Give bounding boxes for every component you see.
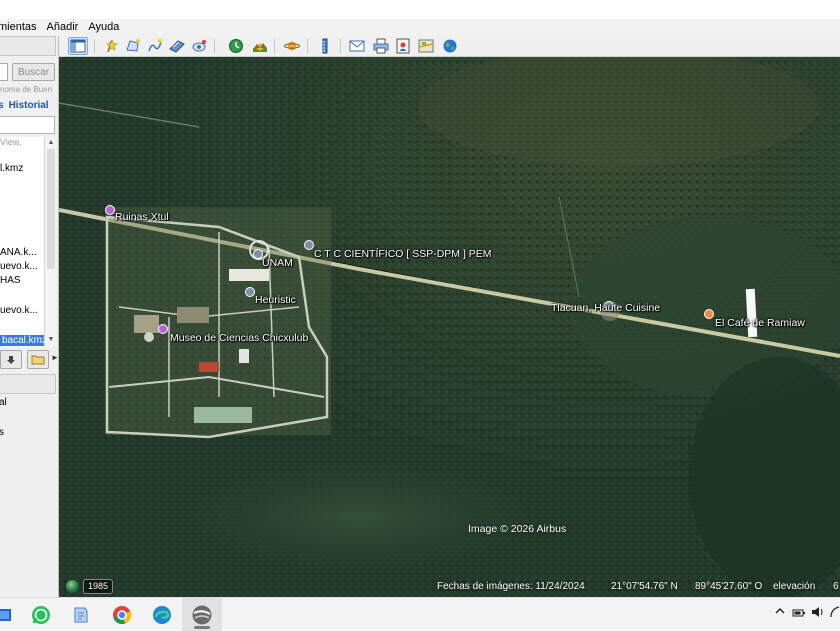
chevron-up-icon[interactable] (774, 605, 786, 620)
toolbar (59, 36, 840, 57)
chrome-icon[interactable] (110, 603, 134, 627)
search-tabs: s Historial (0, 100, 54, 111)
historical-year-badge[interactable]: 1985 (83, 579, 114, 594)
earth-icon[interactable] (440, 37, 460, 55)
map-status-bar: 1985 Fechas de imágenes: 11/24/2024 21°0… (59, 577, 840, 597)
place-label[interactable]: C T C CIENTÍFICO [ SSP-DPM ] PEM (314, 248, 492, 260)
path-icon[interactable] (145, 37, 165, 55)
list-item-selected[interactable]: bacal.kmz (0, 335, 44, 346)
overflow-arrow-icon[interactable]: ► (51, 353, 58, 362)
record-tour-icon[interactable] (189, 37, 209, 55)
place-label[interactable]: El Café de Ramiaw (715, 317, 805, 329)
place-label[interactable]: Tlacuan, Haute Cuisine (551, 302, 660, 314)
longitude-readout: 89°45'27.60" O (695, 581, 763, 592)
place-label[interactable]: Heuristic (255, 294, 296, 306)
overlay-icon[interactable] (167, 37, 187, 55)
menu-bar: mientas Añadir Ayuda (0, 19, 840, 36)
historical-imagery-icon[interactable] (226, 37, 246, 55)
scroll-down-icon[interactable]: ▼ (46, 335, 56, 345)
place-label[interactable]: Ruinas Xtul (115, 211, 169, 223)
list-item[interactable]: uevo.k... (0, 261, 38, 272)
list-item[interactable]: HAS (0, 275, 21, 286)
tab-results[interactable]: s (0, 100, 4, 111)
folder-icon (31, 355, 45, 365)
menu-add[interactable]: Añadir (42, 19, 84, 36)
wifi-icon[interactable] (830, 606, 840, 621)
layer-item[interactable]: s (0, 427, 4, 438)
places-list: View, l.kmz ANA.k... uevo.k... HAS uevo.… (0, 137, 44, 347)
google-earth-icon[interactable] (190, 603, 214, 627)
layer-item[interactable]: al (0, 397, 7, 408)
notepad-icon[interactable] (69, 603, 93, 627)
map-view[interactable]: Ruinas Xtul UNAM C T C CIENTÍFICO [ SSP-… (59, 57, 840, 597)
place-label[interactable]: Museo de Ciencias Chicxulub (170, 332, 308, 344)
results-box[interactable] (0, 116, 55, 134)
search-panel-header[interactable] (0, 36, 56, 56)
file-explorer-icon[interactable] (0, 603, 16, 627)
print-icon[interactable] (371, 37, 391, 55)
elevation-label: elevación (773, 581, 816, 592)
edge-icon[interactable] (150, 603, 174, 627)
search-hint: noma de Buen (0, 85, 53, 94)
tab-history[interactable]: Historial (9, 100, 49, 111)
title-area (0, 0, 840, 19)
battery-icon[interactable] (792, 607, 806, 621)
sidebar-toggle-icon[interactable] (68, 37, 88, 55)
move-down-button[interactable] (0, 350, 22, 369)
scroll-thumb[interactable] (47, 149, 55, 269)
layers-panel-header[interactable] (0, 374, 56, 394)
view-in-maps-icon[interactable] (416, 37, 436, 55)
menu-help[interactable]: Ayuda (83, 19, 124, 36)
active-indicator (194, 626, 210, 629)
save-image-icon[interactable] (393, 37, 413, 55)
volume-icon[interactable] (811, 606, 825, 621)
latitude-readout: 21°07'54.76" N (611, 581, 678, 592)
list-item[interactable]: View, (0, 137, 21, 147)
search-button[interactable]: Buscar (12, 63, 55, 81)
placemark-icon[interactable] (101, 37, 121, 55)
imagery-date: Fechas de imágenes: 11/24/2024 (437, 581, 585, 592)
search-input[interactable] (0, 63, 8, 81)
elevation-value: 6 (833, 581, 839, 592)
pin-heuristic[interactable] (245, 287, 255, 297)
email-icon[interactable] (347, 37, 367, 55)
list-item[interactable]: l.kmz (0, 163, 23, 174)
polygon-icon[interactable] (123, 37, 143, 55)
places-actions: ► (0, 349, 58, 371)
pin-museo[interactable] (158, 324, 168, 334)
pin-ruinas-xtul[interactable] (105, 205, 115, 215)
sidebar: Buscar noma de Buen s Historial View, l.k… (0, 36, 59, 597)
scroll-up-icon[interactable]: ▲ (46, 138, 56, 148)
ruler-icon[interactable] (315, 37, 335, 55)
menu-tools[interactable]: mientas (0, 19, 42, 36)
whatsapp-icon[interactable] (29, 603, 53, 627)
globe-icon[interactable] (66, 580, 79, 593)
planets-icon[interactable] (282, 37, 302, 55)
list-item[interactable]: uevo.k... (0, 305, 38, 316)
imagery-credit: Image © 2026 Airbus (468, 523, 567, 535)
places-scrollbar[interactable]: ▲ ▼ (44, 137, 56, 347)
pin-el-cafe[interactable] (704, 309, 714, 319)
arrow-down-icon (7, 355, 15, 364)
folder-button[interactable] (27, 350, 49, 369)
place-label[interactable]: UNAM (262, 257, 293, 269)
taskbar (0, 597, 840, 631)
pin-ctc-cientifico[interactable] (304, 240, 314, 250)
list-item[interactable]: ANA.k... (0, 247, 37, 258)
sunlight-icon[interactable] (250, 37, 270, 55)
